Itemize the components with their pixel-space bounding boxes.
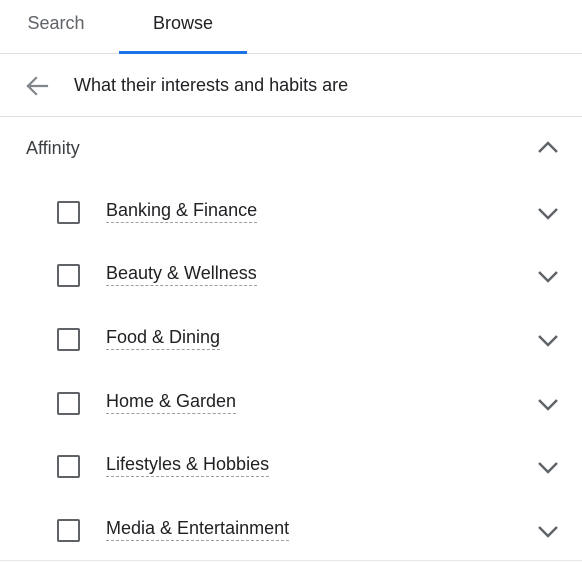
chevron-down-icon[interactable] <box>533 389 563 419</box>
tab-search-label: Search <box>27 13 85 33</box>
list-item: Beauty & Wellness <box>0 243 582 306</box>
chevron-down-icon[interactable] <box>533 198 563 228</box>
tab-search[interactable]: Search <box>0 0 112 53</box>
back-button[interactable] <box>22 71 52 101</box>
list-item: Media & Entertainment <box>0 498 582 561</box>
item-label[interactable]: Banking & Finance <box>106 199 258 223</box>
affinity-section-header[interactable]: Affinity <box>0 117 582 179</box>
checkbox[interactable] <box>57 519 80 542</box>
item-label[interactable]: Media & Entertainment <box>106 517 290 541</box>
checkbox[interactable] <box>57 455 80 478</box>
item-label[interactable]: Food & Dining <box>106 326 221 350</box>
chevron-down-icon[interactable] <box>533 516 563 546</box>
tab-browse-label: Browse <box>152 13 214 33</box>
list-item: Food & Dining <box>0 307 582 370</box>
section-title: Affinity <box>26 138 80 158</box>
item-label[interactable]: Beauty & Wellness <box>106 262 257 286</box>
tab-bar: Search Browse <box>0 0 582 54</box>
checkbox[interactable] <box>57 201 80 224</box>
list-item: Banking & Finance <box>0 180 582 243</box>
chevron-down-icon[interactable] <box>533 452 563 482</box>
list-item: Home & Garden <box>0 371 582 434</box>
divider <box>0 560 582 561</box>
tab-browse[interactable]: Browse <box>119 0 247 54</box>
checkbox[interactable] <box>57 328 80 351</box>
list-item: Lifestyles & Hobbies <box>0 434 582 497</box>
chevron-down-icon[interactable] <box>533 261 563 291</box>
checkbox[interactable] <box>57 264 80 287</box>
breadcrumb: What their interests and habits are <box>0 54 582 117</box>
chevron-up-icon[interactable] <box>533 133 563 163</box>
item-label[interactable]: Lifestyles & Hobbies <box>106 453 270 477</box>
arrow-back-icon <box>26 76 49 96</box>
chevron-down-icon[interactable] <box>533 325 563 355</box>
item-label[interactable]: Home & Garden <box>106 390 237 414</box>
breadcrumb-title: What their interests and habits are <box>74 75 349 95</box>
checkbox[interactable] <box>57 392 80 415</box>
